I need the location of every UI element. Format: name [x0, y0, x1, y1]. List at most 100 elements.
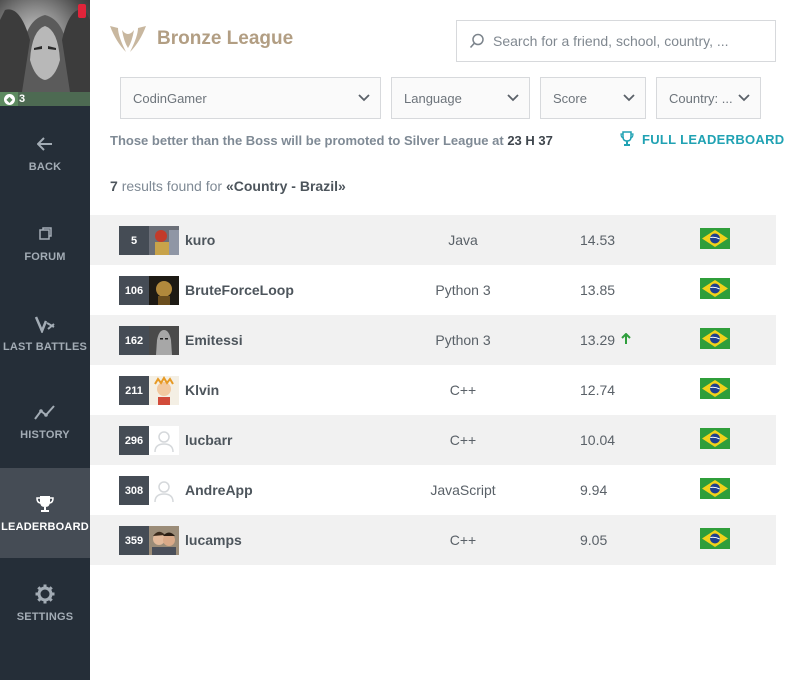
- brazil-flag-icon: [700, 228, 730, 249]
- sidebar-item-label: BACK: [28, 161, 62, 173]
- level-icon: ◆: [4, 93, 15, 105]
- chevron-down-icon: [507, 94, 519, 102]
- notification-marker: [78, 4, 86, 18]
- results-summary: 7 results found for «Country - Brazil»: [110, 178, 346, 194]
- player-score: 10.04: [580, 432, 616, 448]
- brazil-flag-icon: [700, 378, 730, 399]
- brazil-flag-icon: [700, 528, 730, 549]
- filter-label: CodinGamer: [133, 90, 207, 106]
- table-row[interactable]: 5 kuro Java 14.53: [90, 215, 776, 265]
- league-title: Bronze League: [157, 28, 294, 49]
- player-name[interactable]: lucamps: [185, 532, 242, 548]
- filter-label: Country: ...: [669, 90, 733, 106]
- table-row[interactable]: 211 Klvin C++ 12.74: [90, 365, 776, 415]
- player-name[interactable]: kuro: [185, 232, 215, 248]
- leaderboard-table: 5 kuro Java 14.53 106 BruteForceLoop Pyt…: [90, 215, 776, 565]
- trophy-icon: [620, 131, 634, 146]
- full-leaderboard-link[interactable]: FULL LEADERBOARD: [620, 131, 785, 147]
- language-filter[interactable]: Language: [391, 77, 530, 119]
- chevron-down-icon: [358, 94, 370, 102]
- player-avatar[interactable]: [149, 526, 179, 555]
- level-badge: ◆ 3: [4, 93, 25, 105]
- results-count: 7: [110, 178, 118, 194]
- forum-icon: [34, 223, 56, 245]
- player-avatar[interactable]: [149, 326, 179, 355]
- player-name[interactable]: BruteForceLoop: [185, 282, 294, 298]
- player-avatar[interactable]: [149, 276, 179, 305]
- sidebar-item-leaderboard[interactable]: LEADERBOARD: [0, 468, 90, 558]
- brazil-flag-icon: [700, 478, 730, 499]
- player-language: JavaScript: [430, 482, 496, 498]
- battle-in-progress-icon: [559, 333, 566, 347]
- rank-badge: 211: [119, 376, 149, 405]
- default-avatar-icon[interactable]: [149, 476, 179, 505]
- filter-label: Score: [553, 90, 587, 106]
- sidebar: ◆ 3 BACK FORUM LAST BATTLES HISTORY LEAD…: [0, 0, 90, 680]
- codingamer-filter[interactable]: CodinGamer: [120, 77, 381, 119]
- player-score: 9.94: [580, 482, 608, 498]
- player-avatar[interactable]: [149, 226, 179, 255]
- bronze-league-icon: [110, 26, 146, 52]
- sidebar-item-forum[interactable]: FORUM: [0, 198, 90, 288]
- sidebar-item-back[interactable]: BACK: [0, 108, 90, 198]
- gear-icon: [34, 583, 56, 605]
- sidebar-item-label: LAST BATTLES: [2, 341, 88, 353]
- player-score: 9.05: [580, 532, 608, 548]
- sidebar-item-history[interactable]: HISTORY: [0, 376, 90, 466]
- default-avatar-icon[interactable]: [149, 426, 179, 455]
- player-avatar[interactable]: [149, 376, 179, 405]
- results-label: results found for: [121, 178, 223, 194]
- rank-badge: 5: [119, 226, 149, 255]
- sidebar-item-last-battles[interactable]: LAST BATTLES: [0, 288, 90, 378]
- player-name[interactable]: Klvin: [185, 382, 219, 398]
- arrow-left-icon: [34, 133, 56, 155]
- player-language: Python 3: [435, 332, 491, 348]
- rank-badge: 359: [119, 526, 149, 555]
- player-name[interactable]: AndreApp: [185, 482, 253, 498]
- promotion-text: Those better than the Boss will be promo…: [110, 133, 504, 148]
- sidebar-item-label: LEADERBOARD: [1, 521, 89, 533]
- search-icon: [469, 33, 484, 49]
- sidebar-item-label: SETTINGS: [16, 611, 74, 623]
- search-input[interactable]: [493, 33, 763, 49]
- rank-badge: 296: [119, 426, 149, 455]
- sidebar-item-settings[interactable]: SETTINGS: [0, 558, 90, 648]
- history-chart-icon: [34, 401, 56, 423]
- promotion-time: 23 H 37: [507, 133, 553, 148]
- rank-badge: 162: [119, 326, 149, 355]
- sidebar-item-label: FORUM: [24, 251, 66, 263]
- level-value: 3: [19, 93, 26, 105]
- sidebar-item-label: HISTORY: [20, 429, 70, 441]
- promotion-notice: Those better than the Boss will be promo…: [110, 133, 553, 148]
- table-row[interactable]: 359 lucamps C++ 9.05: [90, 515, 776, 565]
- rank-badge: 106: [119, 276, 149, 305]
- table-row[interactable]: 162 Emitessi Python 3 13.29: [90, 315, 776, 365]
- battles-icon: [34, 313, 56, 335]
- arrow-up-icon: [621, 333, 631, 344]
- trophy-icon: [34, 493, 56, 515]
- brazil-flag-icon: [700, 328, 730, 349]
- level-progress-bar: ◆ 3: [0, 92, 90, 106]
- results-query: «Country - Brazil»: [225, 178, 346, 194]
- country-filter[interactable]: Country: ...: [656, 77, 761, 119]
- player-score: 12.74: [580, 382, 616, 398]
- player-name[interactable]: lucbarr: [185, 432, 232, 448]
- user-avatar[interactable]: [0, 0, 90, 92]
- table-row[interactable]: 308 AndreApp JavaScript 9.94: [90, 465, 776, 515]
- player-name[interactable]: Emitessi: [185, 332, 243, 348]
- rank-badge: 308: [119, 476, 149, 505]
- player-language: C++: [449, 532, 477, 548]
- full-leaderboard-label: FULL LEADERBOARD: [642, 131, 785, 147]
- brazil-flag-icon: [700, 428, 730, 449]
- table-row[interactable]: 106 BruteForceLoop Python 3 13.85: [90, 265, 776, 315]
- player-score: 13.85: [580, 282, 616, 298]
- filter-label: Language: [404, 90, 462, 106]
- score-filter[interactable]: Score: [540, 77, 646, 119]
- avatar-portrait-icon: [0, 9, 90, 92]
- table-row[interactable]: 296 lucbarr C++ 10.04: [90, 415, 776, 465]
- search-box[interactable]: [456, 20, 776, 62]
- player-score: 14.53: [580, 232, 616, 248]
- player-language: Python 3: [435, 282, 491, 298]
- chevron-down-icon: [738, 94, 750, 102]
- chevron-down-icon: [623, 94, 635, 102]
